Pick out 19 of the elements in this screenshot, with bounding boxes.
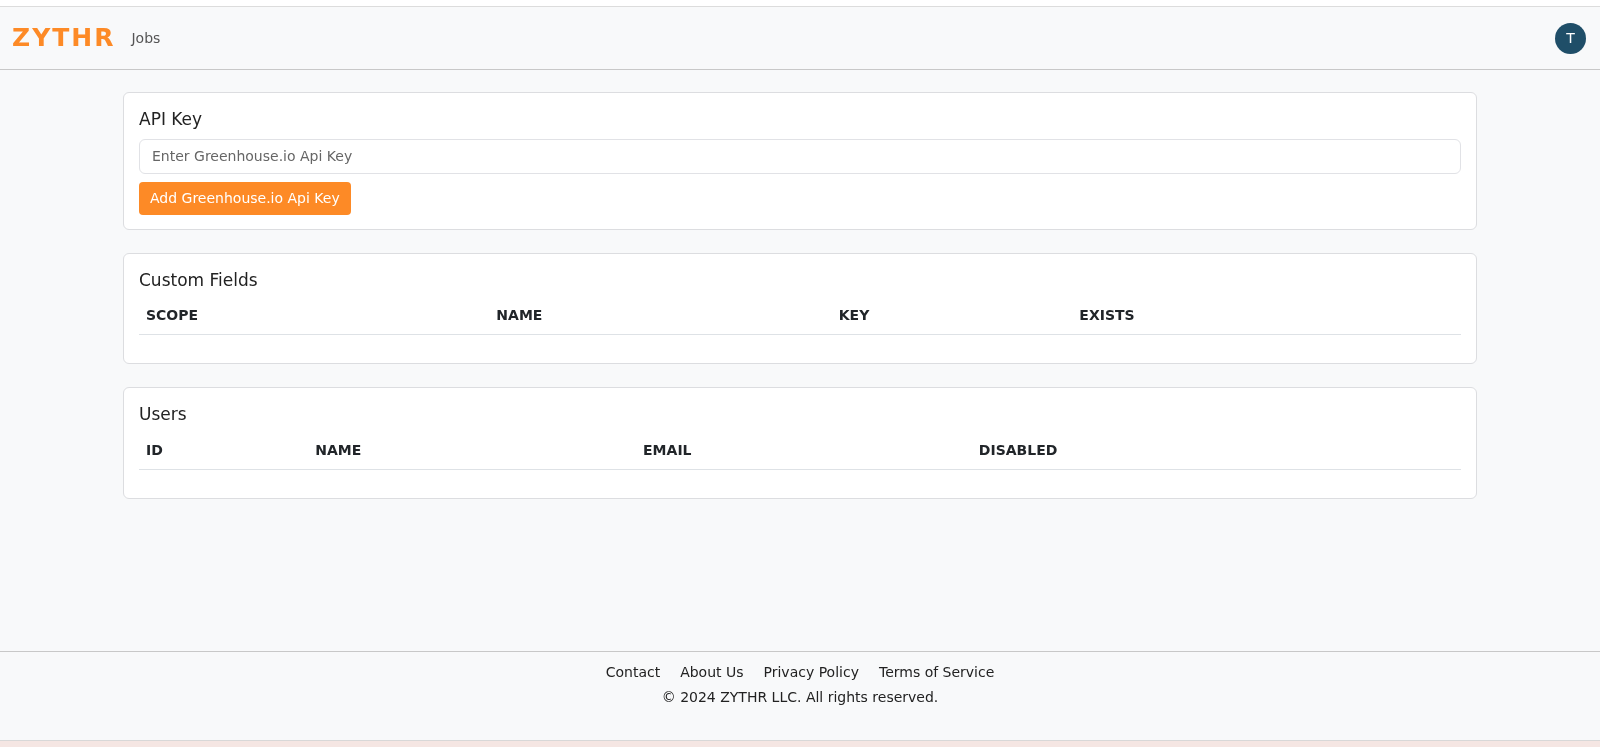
column-header: ID — [139, 433, 309, 469]
footer-link[interactable]: Privacy Policy — [763, 664, 859, 680]
column-header: SCOPE — [139, 299, 490, 335]
card-title: API Key — [139, 108, 204, 131]
column-header: KEY — [831, 299, 1073, 335]
column-header: NAME — [489, 299, 832, 335]
column-header: EMAIL — [636, 433, 972, 469]
footer-link[interactable]: Terms of Service — [878, 664, 995, 680]
card-title: Users — [139, 403, 188, 426]
copyright-text: © 2024 ZYTHR LLC. All rights reserved. — [660, 688, 940, 707]
nav-link[interactable]: Jobs — [131, 27, 161, 49]
column-header: DISABLED — [971, 433, 1461, 469]
api-key-input-field[interactable]: Enter Greenhouse.io Api Key — [139, 138, 1461, 174]
footer-link[interactable]: About Us — [680, 664, 744, 680]
card-title: Custom Fields — [139, 268, 259, 292]
user-avatar[interactable]: T — [1555, 22, 1586, 54]
column-header: NAME — [308, 433, 637, 469]
footer-link[interactable]: Contact — [605, 664, 661, 680]
column-header: EXISTS — [1072, 299, 1461, 335]
